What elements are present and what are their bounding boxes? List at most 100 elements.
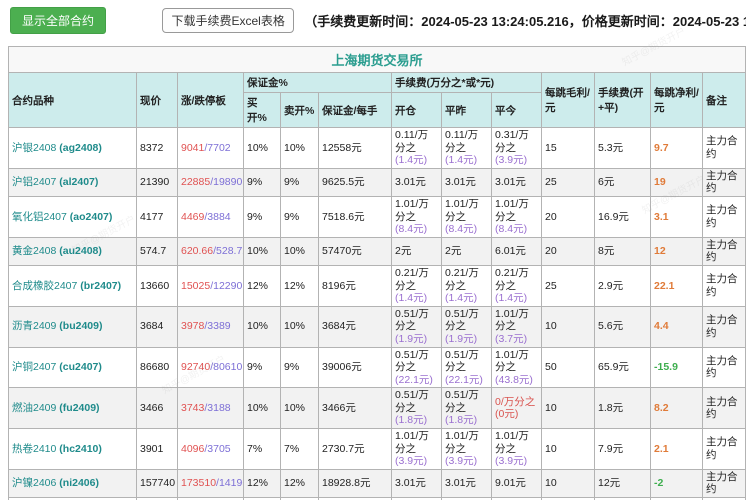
tick-gross-cell: 20 bbox=[542, 196, 595, 237]
fee-total-cell: 65.9元 bbox=[595, 347, 651, 388]
table-row: 沪银2408 (ag2408)83729041/770210%10%12558元… bbox=[9, 128, 746, 169]
margin-sell-cell: 12% bbox=[281, 469, 319, 497]
price-cell: 3901 bbox=[137, 429, 178, 470]
fee-open-cell: 2元 bbox=[392, 237, 442, 265]
contract-link[interactable]: 沪铝2407 (al2407) bbox=[12, 176, 98, 188]
margin-buy-cell: 10% bbox=[244, 237, 281, 265]
margin-buy-cell: 9% bbox=[244, 196, 281, 237]
download-excel-button[interactable]: 下载手续费Excel表格 bbox=[162, 8, 293, 33]
table-row: 沪铝2407 (al2407)2139022885/198909%9%9625.… bbox=[9, 168, 746, 196]
margin-sell-cell: 9% bbox=[281, 347, 319, 388]
margin-sell-cell: 9% bbox=[281, 196, 319, 237]
shfe-fees-table: 上海期货交易所 合约品种 现价 涨/跌停板 保证金% 手续费(万分之*或*元) … bbox=[8, 46, 746, 500]
price-cell: 157740 bbox=[137, 469, 178, 497]
fee-close-old-cell: 3.01元 bbox=[442, 469, 492, 497]
margin-per-lot-cell: 3466元 bbox=[319, 388, 392, 429]
margin-per-lot-cell: 39006元 bbox=[319, 347, 392, 388]
fee-open-cell: 0.21/万分之(1.4元) bbox=[392, 265, 442, 306]
contract-link[interactable]: 燃油2409 (fu2409) bbox=[12, 402, 100, 414]
contract-cell: 沪镍2406 (ni2406) bbox=[9, 469, 137, 497]
fee-open-cell: 3.01元 bbox=[392, 168, 442, 196]
table-row: 沪铜2407 (cu2407)8668092740/806109%9%39006… bbox=[9, 347, 746, 388]
limit-cell: 3978/3389 bbox=[178, 306, 244, 347]
margin-buy-cell: 10% bbox=[244, 128, 281, 169]
contract-link[interactable]: 沪镍2406 (ni2406) bbox=[12, 477, 99, 489]
col-header-fee-group: 手续费(万分之*或*元) bbox=[392, 73, 542, 93]
remark-cell: 主力合约 bbox=[703, 265, 746, 306]
contract-cell: 沪银2408 (ag2408) bbox=[9, 128, 137, 169]
col-header-tick-net: 每跳净利/元 bbox=[651, 73, 703, 128]
update-timestamps-text: （手续费更新时间：2024-05-23 13:24:05.216，价格更新时间：… bbox=[304, 14, 746, 29]
margin-sell-cell: 10% bbox=[281, 128, 319, 169]
margin-sell-cell: 12% bbox=[281, 265, 319, 306]
price-cell: 13660 bbox=[137, 265, 178, 306]
tick-net-cell: -15.9 bbox=[651, 347, 703, 388]
price-cell: 21390 bbox=[137, 168, 178, 196]
contract-link[interactable]: 合成橡胶2407 (br2407) bbox=[12, 280, 121, 292]
contract-link[interactable]: 热卷2410 (hc2410) bbox=[12, 443, 102, 455]
contract-link[interactable]: 沪铜2407 (cu2407) bbox=[12, 361, 102, 373]
fee-close-today-cell: 0.21/万分之(1.4元) bbox=[492, 265, 542, 306]
tick-gross-cell: 50 bbox=[542, 347, 595, 388]
contract-link[interactable]: 沥青2409 (bu2409) bbox=[12, 320, 102, 332]
tick-gross-cell: 10 bbox=[542, 429, 595, 470]
limit-cell: 4096/3705 bbox=[178, 429, 244, 470]
col-header-price: 现价 bbox=[137, 73, 178, 128]
remark-cell: 主力合约 bbox=[703, 128, 746, 169]
contract-link[interactable]: 氧化铝2407 (ao2407) bbox=[12, 211, 112, 223]
fees-table-wrapper: 上海期货交易所 合约品种 现价 涨/跌停板 保证金% 手续费(万分之*或*元) … bbox=[8, 46, 746, 500]
limit-cell: 22885/19890 bbox=[178, 168, 244, 196]
toolbar: 显示全部合约 下载手续费Excel表格 （手续费更新时间：2024-05-23 … bbox=[0, 0, 746, 36]
fee-close-old-cell: 1.01/万分之(8.4元) bbox=[442, 196, 492, 237]
fee-close-old-cell: 1.01/万分之(3.9元) bbox=[442, 429, 492, 470]
fee-close-old-cell: 2元 bbox=[442, 237, 492, 265]
remark-cell: 主力合约 bbox=[703, 168, 746, 196]
fee-close-old-cell: 0.51/万分之(22.1元) bbox=[442, 347, 492, 388]
col-header-fee-close-today: 平今 bbox=[492, 93, 542, 128]
col-header-remark: 备注 bbox=[703, 73, 746, 128]
contract-link[interactable]: 黄金2408 (au2408) bbox=[12, 245, 102, 257]
margin-buy-cell: 7% bbox=[244, 429, 281, 470]
margin-per-lot-cell: 7518.6元 bbox=[319, 196, 392, 237]
tick-gross-cell: 25 bbox=[542, 168, 595, 196]
limit-cell: 9041/7702 bbox=[178, 128, 244, 169]
contract-cell: 热卷2410 (hc2410) bbox=[9, 429, 137, 470]
fee-close-today-cell: 6.01元 bbox=[492, 237, 542, 265]
remark-cell: 主力合约 bbox=[703, 388, 746, 429]
col-header-tick-gross: 每跳毛利/元 bbox=[542, 73, 595, 128]
contract-cell: 沪铜2407 (cu2407) bbox=[9, 347, 137, 388]
exchange-title: 上海期货交易所 bbox=[9, 47, 746, 73]
margin-sell-cell: 7% bbox=[281, 429, 319, 470]
fee-close-today-cell: 1.01/万分之(3.9元) bbox=[492, 429, 542, 470]
tick-net-cell: 2.1 bbox=[651, 429, 703, 470]
tick-net-cell: 12 bbox=[651, 237, 703, 265]
margin-buy-cell: 10% bbox=[244, 388, 281, 429]
price-cell: 86680 bbox=[137, 347, 178, 388]
show-all-contracts-button[interactable]: 显示全部合约 bbox=[10, 7, 106, 34]
fee-total-cell: 8元 bbox=[595, 237, 651, 265]
remark-cell: 主力合约 bbox=[703, 347, 746, 388]
fee-total-cell: 7.9元 bbox=[595, 429, 651, 470]
limit-cell: 15025/12290 bbox=[178, 265, 244, 306]
margin-per-lot-cell: 9625.5元 bbox=[319, 168, 392, 196]
margin-buy-cell: 10% bbox=[244, 306, 281, 347]
tick-net-cell: 19 bbox=[651, 168, 703, 196]
col-header-margin-group: 保证金% bbox=[244, 73, 392, 93]
col-header-contract: 合约品种 bbox=[9, 73, 137, 128]
price-cell: 8372 bbox=[137, 128, 178, 169]
contract-cell: 燃油2409 (fu2409) bbox=[9, 388, 137, 429]
margin-per-lot-cell: 8196元 bbox=[319, 265, 392, 306]
fee-open-cell: 0.11/万分之(1.4元) bbox=[392, 128, 442, 169]
fee-close-today-cell: 0/万分之(0元) bbox=[492, 388, 542, 429]
fee-close-old-cell: 0.51/万分之(1.9元) bbox=[442, 306, 492, 347]
contract-link[interactable]: 沪银2408 (ag2408) bbox=[12, 142, 102, 154]
margin-sell-cell: 10% bbox=[281, 388, 319, 429]
margin-sell-cell: 10% bbox=[281, 306, 319, 347]
margin-per-lot-cell: 3684元 bbox=[319, 306, 392, 347]
margin-per-lot-cell: 12558元 bbox=[319, 128, 392, 169]
fee-total-cell: 1.8元 bbox=[595, 388, 651, 429]
fee-open-cell: 1.01/万分之(8.4元) bbox=[392, 196, 442, 237]
fee-open-cell: 0.51/万分之(22.1元) bbox=[392, 347, 442, 388]
col-header-margin-per-lot: 保证金/每手 bbox=[319, 93, 392, 128]
limit-cell: 620.66/528.72 bbox=[178, 237, 244, 265]
